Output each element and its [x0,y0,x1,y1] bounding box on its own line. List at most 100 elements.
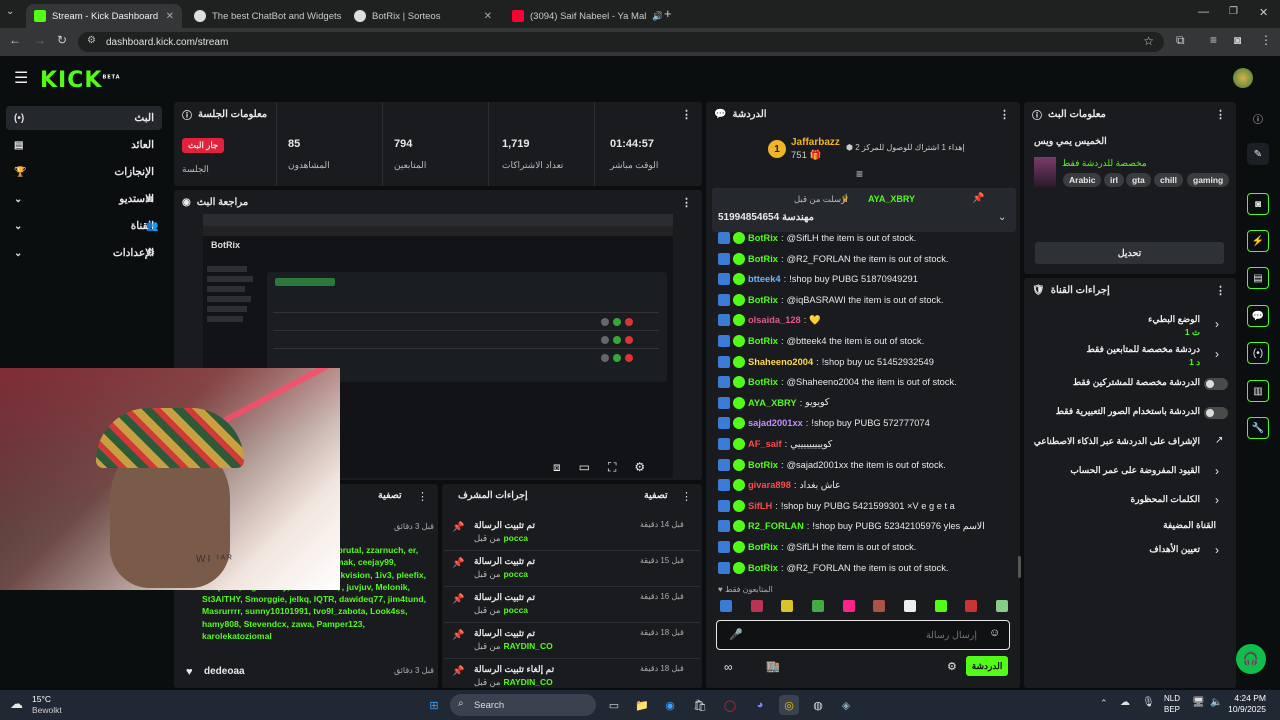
store-icon[interactable]: 🏬 [766,660,780,673]
tray-cloud-icon[interactable]: ☁ [1120,697,1130,708]
discord-icon[interactable]: ◕ [750,695,770,715]
channel-setting-row[interactable]: القناة المضيفة [1030,520,1228,531]
lightning-icon[interactable]: ⚡ [1247,230,1269,252]
filter-label[interactable]: تصفية [644,490,668,501]
fullscreen-icon[interactable]: ⛶ [608,460,616,475]
new-tab-icon[interactable]: + [664,6,672,21]
wrench-icon[interactable]: 🔧 [1247,417,1269,439]
chevron-right-icon[interactable]: › [1215,493,1219,507]
keyboard-layout[interactable]: NLD BEP [1164,693,1180,715]
stream-category[interactable]: مخصصة للدردشة فقط [1062,158,1147,169]
chat-username[interactable]: btteek4 [748,274,781,284]
speaker-icon[interactable]: 🔊 [652,11,662,22]
mod-user[interactable]: pocca [503,533,528,543]
toggle-switch[interactable] [1204,378,1228,390]
network-icon[interactable]: 🖥 [1192,697,1205,708]
chat-message-field[interactable] [747,625,977,645]
mod-user[interactable]: pocca [503,569,528,579]
tray-mic-icon[interactable]: 🎙 [1142,697,1155,708]
hamburger-menu-icon[interactable]: ☰ [14,68,28,88]
tab-botrix-sorteos[interactable]: BotRix | Sorteos ✕ [346,4,500,28]
user-avatar[interactable] [1233,68,1253,88]
steam-icon[interactable]: ◈ [836,695,856,715]
chrome-icon[interactable]: ◎ [779,695,799,715]
chat-username[interactable]: AYA_XBRY [748,398,797,408]
emote-icon[interactable] [720,600,732,612]
tab-list-icon[interactable]: ⌄ [6,6,14,17]
chat-username[interactable]: R2_FORLAN [748,521,804,531]
chat-settings-icon[interactable]: ⚙ [947,660,957,673]
video-controls[interactable]: ⧈ ▭ ⛶ ⚙ [553,460,645,475]
more-options-icon[interactable]: ⋮ [681,490,692,503]
chevron-right-icon[interactable]: › [1215,464,1219,478]
extensions-icon[interactable]: ⧉ [1176,33,1185,48]
mod-user[interactable]: RAYDIN_CO [503,641,552,651]
theater-icon[interactable]: ▭ [579,460,590,475]
close-tab-icon[interactable]: ✕ [166,11,174,22]
send-chat-button[interactable]: الدردشة [966,656,1008,676]
tab-kick-dashboard[interactable]: Stream - Kick Dashboard ✕ [26,4,182,28]
maximize-icon[interactable]: ❐ [1229,6,1238,17]
reload-icon[interactable]: ↻ [57,33,67,47]
more-options-icon[interactable]: ⋮ [1215,284,1226,297]
info-icon[interactable]: ⓘ [1247,107,1269,129]
mod-user[interactable]: RAYDIN_CO [503,677,552,687]
emote-icon[interactable] [903,600,916,612]
menu-kebab-icon[interactable]: ⋮ [1260,33,1272,47]
tag-chill[interactable]: chill [1154,173,1184,187]
task-view-icon[interactable]: ▭ [604,695,624,715]
tag-gta[interactable]: gta [1126,173,1151,187]
taskbar-search[interactable]: ⌕ Search [450,694,596,716]
volume-icon[interactable]: 🔈 [1210,697,1222,708]
site-info-icon[interactable]: ⚙ [87,35,96,46]
chat-username[interactable]: sajad2001xx [748,418,803,428]
settings-gear-icon[interactable]: ⚙ [634,460,645,475]
chat-username[interactable]: BotRix [748,233,778,243]
close-window-icon[interactable]: ✕ [1259,6,1268,19]
pip-icon[interactable]: ⧈ [553,460,561,475]
channel-setting-row[interactable]: الوضع البطيء 1 ث [1030,314,1228,338]
tab-chatbot[interactable]: The best ChatBot and Widgets ✕ [186,4,346,28]
emoji-icon[interactable]: ☺ [989,627,1000,639]
sidebar-item-revenue[interactable]: ▤ العائد [6,133,162,157]
channel-setting-row[interactable]: الدردشة باستخدام الصور التعبيرية فقط [1030,406,1228,417]
channel-setting-row[interactable]: القيود المفروضة على عمر الحساب [1030,465,1228,476]
chat-username[interactable]: SifLH [748,501,772,511]
more-options-icon[interactable]: ⋮ [417,490,428,503]
chevron-down-icon[interactable]: ⌄ [998,212,1006,223]
more-options-icon[interactable]: ⋮ [999,108,1010,121]
tag-gaming[interactable]: gaming [1187,173,1230,187]
channel-setting-row[interactable]: الدردشة مخصصة للمشتركين فقط [1030,377,1228,388]
tag-arabic[interactable]: Arabic [1063,173,1102,187]
chat-username[interactable]: BotRix [748,254,778,264]
chat-username[interactable]: Shaheeno2004 [748,357,813,367]
windows-start-icon[interactable]: ⊞ [424,695,444,715]
chat-input[interactable]: 🎤 ☺ [716,620,1010,650]
chat-username[interactable]: BotRix [748,542,778,552]
chevron-right-icon[interactable]: › [1215,347,1219,361]
close-tab-icon[interactable]: ✕ [484,11,492,22]
emote-icon[interactable] [995,600,1008,612]
channel-setting-row[interactable]: الإشراف على الدردشة عبر الذكاء الاصطناعي [1030,436,1228,447]
camera-icon[interactable]: ◙ [1247,193,1269,215]
emote-icon[interactable] [965,600,978,612]
media-icon[interactable]: ≡ [1210,33,1217,47]
document-icon[interactable]: ▤ [1247,267,1269,289]
collapse-icon[interactable]: ≡ [856,167,863,181]
more-options-icon[interactable]: ⋮ [1215,108,1226,121]
edit-stream-button[interactable]: تحديل [1035,242,1224,264]
file-explorer-icon[interactable]: 📁 [632,695,652,715]
chat-username[interactable]: BotRix [748,460,778,470]
layout-icon[interactable]: ▥ [1247,380,1269,402]
clock[interactable]: 4:24 PM 10/9/2025 [1226,693,1266,715]
emote-icon[interactable] [811,600,824,612]
store-icon[interactable]: 🛍 [690,695,710,715]
chevron-right-icon[interactable]: › [1215,543,1219,557]
kick-logo[interactable]: KICKBETA [40,68,121,93]
opera-icon[interactable]: ◯ [720,695,740,715]
url-input[interactable]: ⚙ dashboard.kick.com/stream ☆ [78,32,1164,52]
edge-icon[interactable]: ◉ [660,695,680,715]
filter-label[interactable]: تصفية [378,490,402,501]
chat-username[interactable]: BotRix [748,563,778,573]
tray-chevron-icon[interactable]: ⌃ [1100,698,1108,709]
